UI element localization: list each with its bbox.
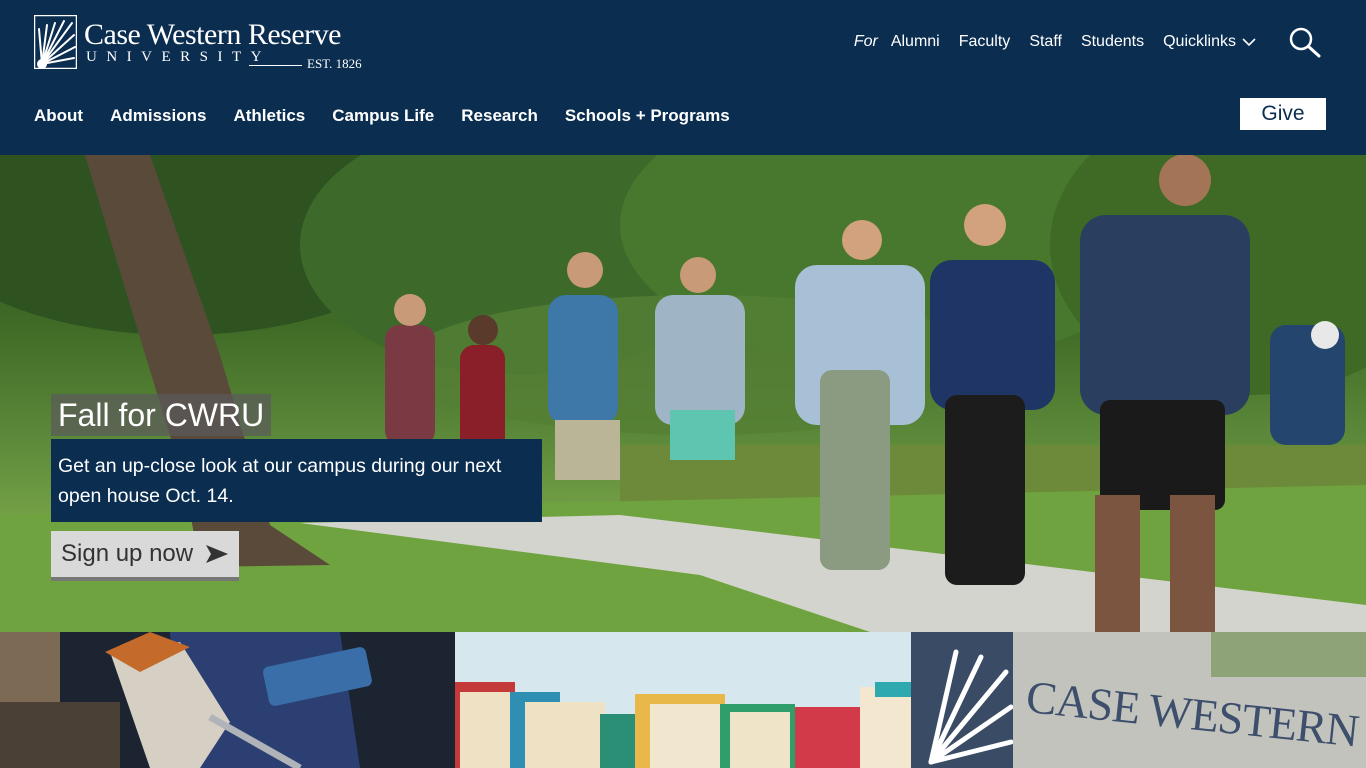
hero-banner: Fall for CWRU Get an up-close look at ou… bbox=[0, 155, 1366, 632]
audience-link-alumni[interactable]: Alumni bbox=[891, 33, 940, 51]
nav-link-admissions[interactable]: Admissions bbox=[110, 106, 206, 126]
give-button[interactable]: Give bbox=[1240, 98, 1326, 130]
search-icon[interactable] bbox=[1288, 26, 1322, 58]
logo-wordmark: Case Western Reserve bbox=[84, 18, 341, 51]
tile-books[interactable] bbox=[455, 632, 911, 768]
nav-link-athletics[interactable]: Athletics bbox=[233, 106, 305, 126]
audience-link-faculty[interactable]: Faculty bbox=[959, 33, 1011, 51]
site-header: Case Western Reserve UNIVERSITY EST. 182… bbox=[0, 0, 1366, 155]
sign-up-label: Sign up now bbox=[61, 540, 194, 567]
quicklinks-label: Quicklinks bbox=[1163, 33, 1236, 50]
audience-link-staff[interactable]: Staff bbox=[1029, 33, 1062, 51]
audience-nav: For Alumni Faculty Staff Students Quickl… bbox=[854, 31, 1256, 53]
tile-engineering[interactable] bbox=[0, 632, 455, 768]
tile-university-sign[interactable]: CASE WESTERN RESERVE bbox=[911, 632, 1366, 768]
logo-subtitle: UNIVERSITY bbox=[86, 49, 271, 65]
main-nav: About Admissions Athletics Campus Life R… bbox=[34, 106, 730, 126]
quicklinks-dropdown[interactable]: Quicklinks bbox=[1163, 33, 1256, 51]
sunburst-logo-icon bbox=[34, 15, 77, 69]
hero-description: Get an up-close look at our campus durin… bbox=[51, 439, 542, 522]
nav-link-research[interactable]: Research bbox=[461, 106, 538, 126]
nav-link-campus-life[interactable]: Campus Life bbox=[332, 106, 434, 126]
tile-photo-welding bbox=[0, 632, 455, 768]
logo-established: EST. 1826 bbox=[307, 56, 362, 71]
logo-rule bbox=[249, 65, 302, 66]
feature-tiles: CASE WESTERN RESERVE bbox=[0, 632, 1366, 768]
hero-title: Fall for CWRU bbox=[51, 394, 272, 436]
tile-photo-books bbox=[455, 632, 911, 768]
nav-link-schools-programs[interactable]: Schools + Programs bbox=[565, 106, 730, 126]
university-logo[interactable]: Case Western Reserve UNIVERSITY EST. 182… bbox=[34, 15, 374, 71]
chevron-down-icon bbox=[1242, 38, 1256, 47]
audience-for-label: For bbox=[853, 33, 878, 50]
arrow-right-icon bbox=[206, 545, 229, 563]
sign-up-button[interactable]: Sign up now bbox=[51, 531, 239, 581]
nav-link-about[interactable]: About bbox=[34, 106, 83, 126]
audience-link-students[interactable]: Students bbox=[1081, 33, 1144, 51]
